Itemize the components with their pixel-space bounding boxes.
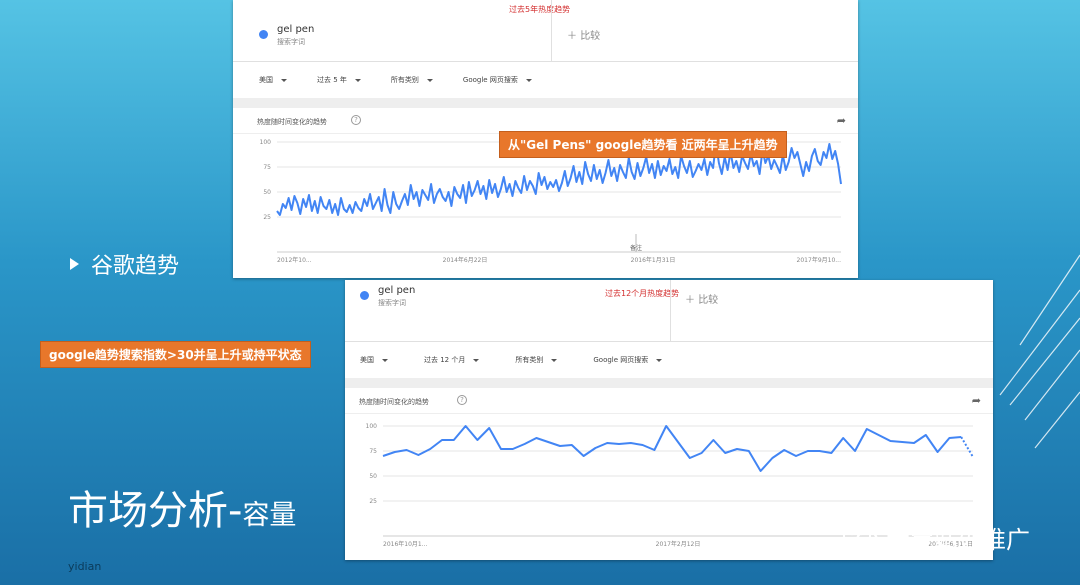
search-term-row: 过去5年热度趋势 gel pen 搜索字词 ＋ 比较 [233, 0, 858, 62]
slide-title-sub: 容量 [242, 500, 297, 531]
footer-text: yidian [68, 560, 102, 573]
plus-icon: ＋ [567, 31, 581, 42]
chevron-down-icon [281, 78, 287, 82]
x-tick-label: 2016年10月1... [383, 540, 428, 548]
compare-button[interactable]: ＋ 比较 [567, 27, 600, 42]
chevron-down-icon [354, 78, 361, 82]
filter-region[interactable]: 美国 [360, 355, 388, 365]
chart-title: 热度随时间变化的趋势 [359, 398, 429, 406]
y-tick-label: 50 [369, 473, 377, 480]
filter-category[interactable]: 所有类别 [391, 75, 433, 85]
filter-region[interactable]: 美国 [259, 75, 287, 85]
trends-panel-12-months: gel pen 搜索字词 过去12个月热度趋势 ＋ 比较 美国 过去 12 个月… [345, 280, 993, 560]
term-color-dot [360, 291, 369, 300]
chevron-down-icon [525, 78, 532, 82]
y-tick-label: 25 [369, 498, 377, 505]
note-label: 备注 [630, 244, 642, 252]
x-tick-label: 2017年2月12日 [656, 540, 701, 548]
chevron-down-icon [473, 358, 480, 362]
bullet-text: 谷歌趋势 [91, 254, 180, 279]
help-icon[interactable]: ? [351, 115, 361, 125]
section-gap [233, 98, 858, 108]
x-tick-label: 2017年9月10... [797, 256, 842, 264]
y-tick-label: 75 [369, 448, 377, 455]
search-term-type: 搜索字词 [378, 299, 406, 307]
term-color-dot [259, 30, 268, 39]
bullet-triangle-icon [70, 258, 79, 270]
bullet-item: 谷歌趋势 [70, 248, 179, 280]
filter-search-type[interactable]: Google 网页搜索 [463, 75, 532, 85]
filter-time[interactable]: 过去 5 年 [317, 75, 361, 85]
divider [551, 0, 552, 61]
help-icon[interactable]: ? [457, 395, 467, 405]
filter-bar: 美国 过去 12 个月 所有类别 Google 网页搜索 [345, 342, 993, 378]
slide-title-main: 市场分析- [68, 488, 243, 534]
series-partial-segment [960, 436, 974, 458]
y-tick-label: 25 [263, 214, 271, 221]
filter-category[interactable]: 所有类别 [515, 355, 558, 365]
panel-note: 过去5年热度趋势 [509, 5, 571, 14]
x-tick-label: 2014年6月22日 [443, 256, 488, 264]
filter-time[interactable]: 过去 12 个月 [424, 355, 480, 365]
panel-note: 过去12个月热度趋势 [605, 289, 680, 298]
chart-header: 热度随时间变化的趋势 ? ➦ [345, 388, 993, 414]
compare-button[interactable]: ＋ 比较 [685, 291, 718, 306]
share-icon[interactable]: ➦ [972, 394, 981, 407]
share-icon[interactable]: ➦ [837, 114, 846, 127]
chevron-down-icon [426, 78, 433, 82]
y-tick-label: 100 [366, 423, 378, 430]
annotation-banner-left: google趋势搜索指数>30并呈上升或持平状态 [40, 341, 311, 368]
annotation-banner-top: 从"Gel Pens" google趋势看 近两年呈上升趋势 [499, 131, 787, 158]
wechat-icon [843, 524, 879, 550]
section-gap [345, 378, 993, 388]
slide-title: 市场分析-容量 [68, 478, 296, 536]
filter-search-type[interactable]: Google 网页搜索 [593, 355, 663, 365]
plus-icon: ＋ [685, 295, 699, 306]
chevron-down-icon [551, 358, 558, 362]
search-term-row: gel pen 搜索字词 过去12个月热度趋势 ＋ 比较 [345, 280, 993, 342]
y-tick-label: 50 [263, 189, 271, 196]
divider [670, 280, 671, 341]
chevron-down-icon [382, 358, 388, 362]
filter-bar: 美国 过去 5 年 所有类别 Google 网页搜索 [233, 62, 858, 98]
x-tick-label: 2012年10... [277, 256, 312, 264]
y-tick-label: 75 [263, 164, 271, 171]
watermark-text: 大宝站外推广 [886, 526, 1030, 554]
chevron-down-icon [656, 358, 663, 362]
search-term[interactable]: gel pen [378, 285, 415, 296]
search-term[interactable]: gel pen [277, 24, 314, 35]
x-tick-label: 2016年1月31日 [631, 256, 676, 264]
search-term-type: 搜索字词 [277, 38, 305, 46]
y-tick-label: 100 [260, 139, 272, 146]
series-line-gel-pen [382, 425, 962, 472]
watermark: 大宝站外推广 [842, 520, 1030, 555]
chart-title: 热度随时间变化的趋势 [257, 118, 327, 126]
